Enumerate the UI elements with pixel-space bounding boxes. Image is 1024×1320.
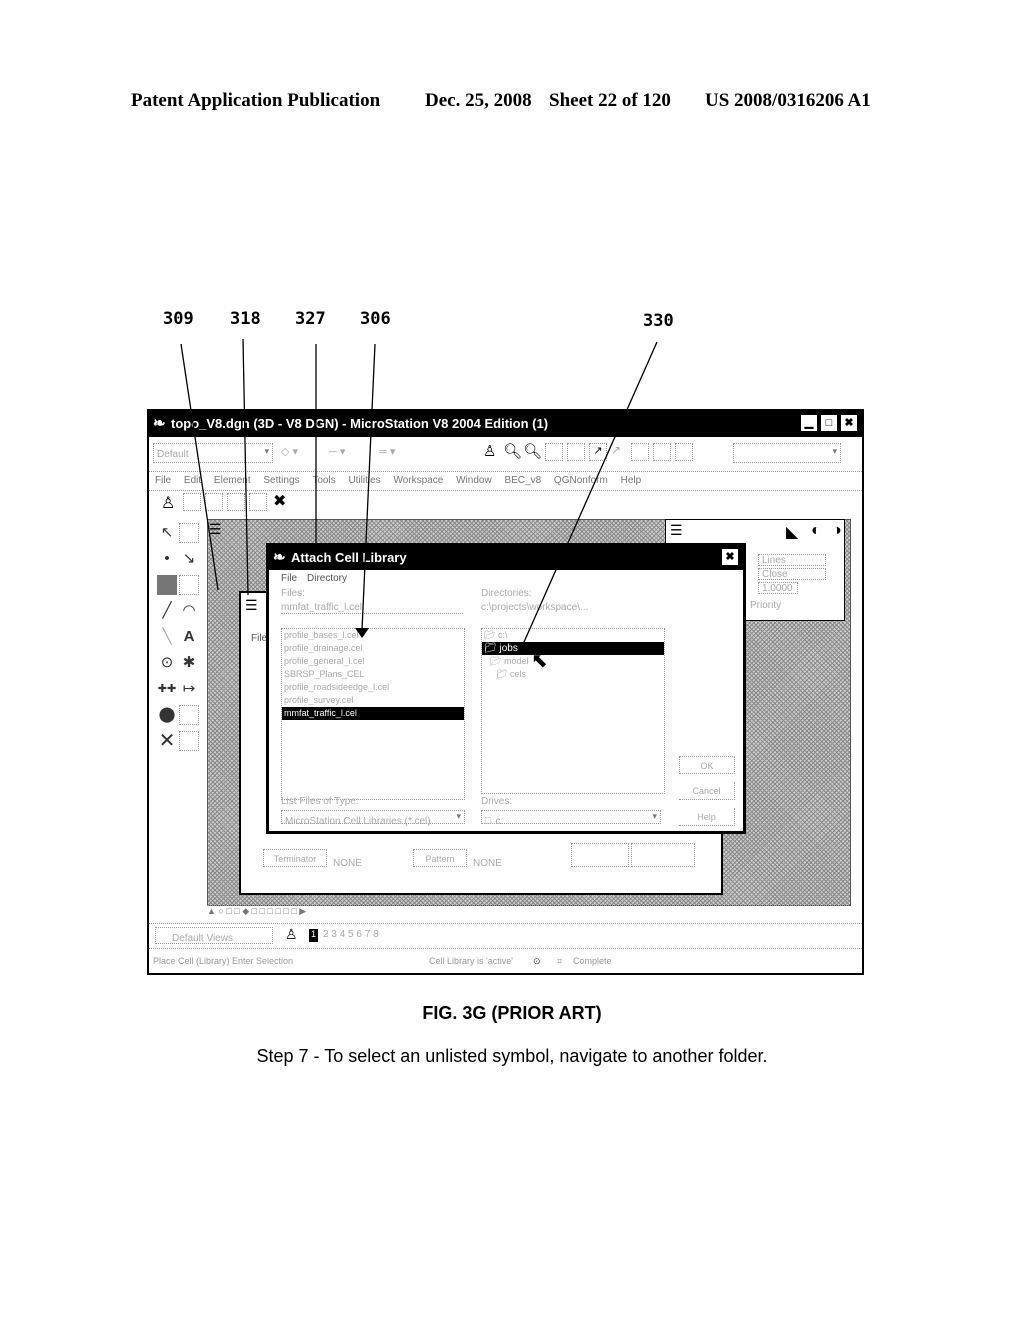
leader-line-309 bbox=[180, 343, 219, 591]
figure-description: Step 7 - To select an unlisted symbol, n… bbox=[256, 1046, 768, 1066]
figure-label: FIG. 3G (PRIOR ART) bbox=[422, 1003, 602, 1023]
leader-lines bbox=[180, 338, 658, 643]
leader-line-318 bbox=[242, 338, 249, 596]
leader-line-306 bbox=[361, 343, 376, 631]
leader-line-330 bbox=[523, 341, 658, 643]
leader-arrow-306 bbox=[355, 628, 369, 638]
